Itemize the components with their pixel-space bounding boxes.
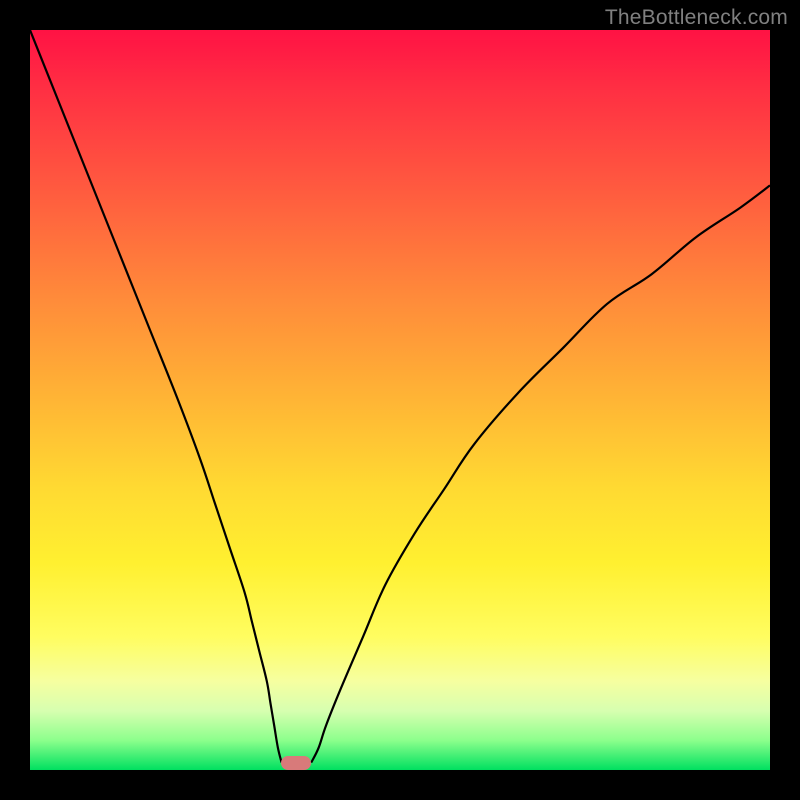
minimum-marker	[281, 756, 311, 770]
plot-area	[30, 30, 770, 770]
curve-right-branch	[311, 185, 770, 762]
bottleneck-curve	[30, 30, 770, 770]
curve-left-branch	[30, 30, 282, 763]
chart-frame: TheBottleneck.com	[0, 0, 800, 800]
watermark-text: TheBottleneck.com	[605, 6, 788, 30]
